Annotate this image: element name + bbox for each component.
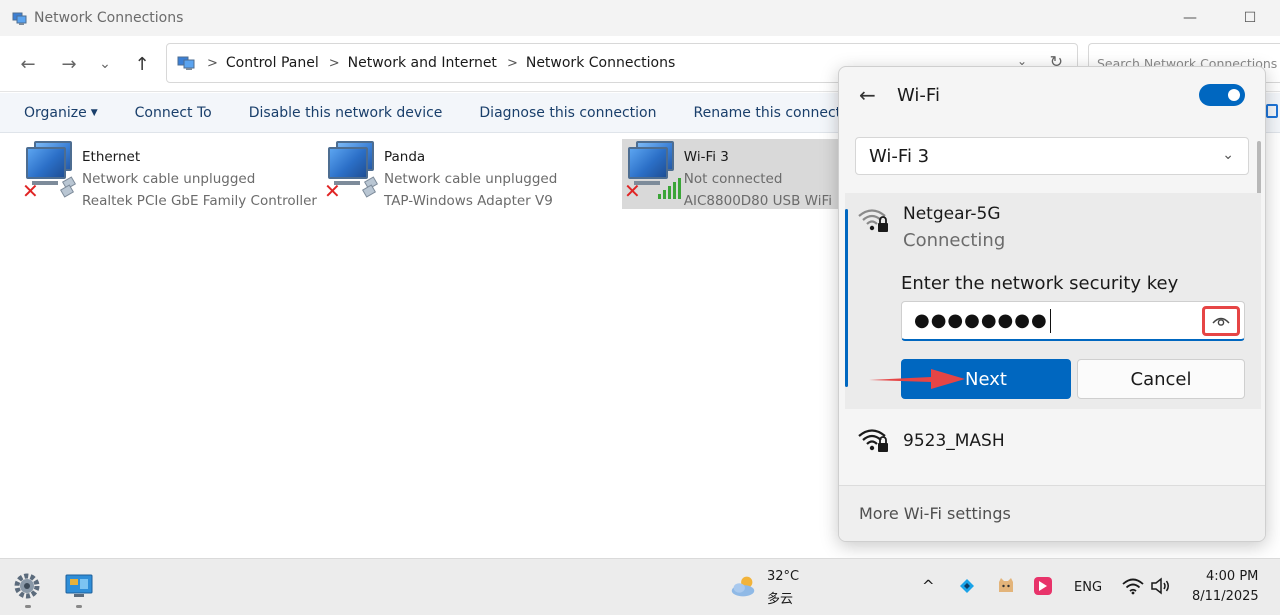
breadcrumb-network-connections[interactable]: Network Connections [526,55,675,71]
security-key-input[interactable]: ●●●●●●●● [901,301,1245,341]
network-name: Netgear-5G [903,204,1001,224]
view-toggle-icon[interactable] [1266,104,1278,118]
reveal-password-button[interactable] [1202,306,1240,336]
network-connections-icon [12,11,28,25]
adapter-status: Network cable unplugged [82,171,256,187]
adapter-device: TAP-Windows Adapter V9 [384,193,553,209]
back-button[interactable]: ← [16,52,40,76]
arrow-left-icon: ← [20,53,36,75]
running-indicator [25,605,31,608]
forward-button[interactable]: → [57,52,81,76]
more-wifi-settings-link[interactable]: More Wi-Fi settings [859,504,1011,523]
breadcrumb-network-and-internet[interactable]: Network and Internet [348,55,497,71]
minimize-icon: — [1183,10,1197,26]
adapter-device: AIC8800D80 USB WiFi [683,193,832,209]
annotation-arrow-icon [869,369,965,389]
clock-time[interactable]: 4:00 PM [1206,569,1258,584]
adapter-name: Ethernet [82,149,141,165]
wifi-adapter-icon: ✕ [622,139,684,205]
adapter-wifi-3[interactable]: ✕ Wi-Fi 3 Not connected AIC8800D80 USB W… [622,139,838,209]
signal-bars-icon [658,177,682,199]
volume-icon[interactable] [1146,571,1176,601]
cancel-button[interactable]: Cancel [1077,359,1245,399]
tap-adapter-icon: ✕ [322,139,384,205]
security-key-label: Enter the network security key [901,273,1179,294]
wifi-flyout-footer: More Wi-Fi settings [839,485,1265,541]
weather-temperature[interactable]: 32°C [767,569,799,584]
wifi-adapter-select[interactable]: Wi-Fi 3 ⌄ [855,137,1249,175]
disconnected-x-icon: ✕ [22,179,39,203]
maximize-icon: ☐ [1243,10,1257,26]
adapter-device: Realtek PCIe GbE Family Controller [82,193,317,209]
toggle-knob [1228,89,1240,101]
back-arrow-icon[interactable]: ← [859,83,876,107]
caret-down-icon: ▼ [90,107,98,118]
app-tray-icon[interactable] [952,571,982,601]
disconnected-x-icon: ✕ [624,179,641,203]
clock-date[interactable]: 8/11/2025 [1192,589,1259,604]
window-title: Network Connections [34,10,184,26]
breadcrumb-separator: > [328,55,340,71]
recent-locations-button[interactable]: ⌄ [93,52,117,76]
breadcrumb-control-panel[interactable]: Control Panel [226,55,319,71]
selected-adapter: Wi-Fi 3 [869,145,930,167]
arrow-up-icon: ↑ [134,53,150,75]
ethernet-adapter-icon: ✕ [20,139,82,205]
chevron-down-icon: ⌄ [1222,147,1234,163]
wifi-tray-icon[interactable] [1118,571,1148,601]
taskbar: 32°C 多云 ^ ENG 4:00 PM 8/11/2025 [0,558,1280,615]
settings-gear-icon[interactable] [12,571,42,601]
disable-device-button[interactable]: Disable this network device [249,105,443,121]
adapter-name: Panda [384,149,426,165]
security-key-value: ●●●●●●●● [914,310,1048,331]
up-button[interactable]: ↑ [130,52,154,76]
adapter-panda[interactable]: ✕ Panda Network cable unplugged TAP-Wind… [322,139,563,209]
selection-accent [845,209,848,387]
title-bar: Network Connections — ☐ [0,0,1280,36]
running-indicator [76,605,82,608]
organize-menu[interactable]: Organize ▼ [24,105,98,121]
wifi-secured-icon [858,429,888,452]
network-name: 9523_MASH [903,431,1005,451]
diagnose-button[interactable]: Diagnose this connection [479,105,656,121]
wifi-secured-icon [858,209,888,232]
wifi-flyout-title: Wi-Fi [897,85,940,106]
disconnected-x-icon: ✕ [324,179,341,203]
breadcrumb-separator: > [207,55,218,71]
control-panel-taskbar-icon[interactable] [64,571,94,601]
minimize-button[interactable]: — [1160,0,1220,36]
weather-cloud-icon[interactable] [728,571,758,601]
wifi-flyout-header: ← Wi-Fi [839,67,1265,125]
weather-description[interactable]: 多云 [767,588,793,607]
organize-label: Organize [24,104,87,121]
chevron-down-icon: ⌄ [99,56,111,72]
pink-app-tray-icon[interactable] [1028,571,1058,601]
cat-tray-icon[interactable] [991,571,1021,601]
adapter-name: Wi-Fi 3 [683,149,729,165]
network-item-netgear-5g: Netgear-5G Connecting Enter the network … [845,193,1261,409]
network-status: Connecting [903,230,1006,251]
eye-icon [1212,317,1230,326]
adapter-status: Network cable unplugged [384,171,558,187]
breadcrumb-separator: > [506,55,518,71]
text-caret [1049,308,1051,333]
control-panel-icon [177,55,197,71]
connect-to-button[interactable]: Connect To [135,105,212,121]
adapter-ethernet[interactable]: ✕ Ethernet Network cable unplugged Realt… [20,139,323,209]
show-hidden-icons-button[interactable]: ^ [922,577,935,595]
language-indicator[interactable]: ENG [1074,580,1102,595]
adapter-status: Not connected [683,171,783,187]
wifi-flyout: ← Wi-Fi Wi-Fi 3 ⌄ Netgear-5G Connecting … [838,66,1266,542]
wifi-toggle[interactable] [1199,84,1245,106]
maximize-button[interactable]: ☐ [1220,0,1280,36]
arrow-right-icon: → [61,53,77,75]
